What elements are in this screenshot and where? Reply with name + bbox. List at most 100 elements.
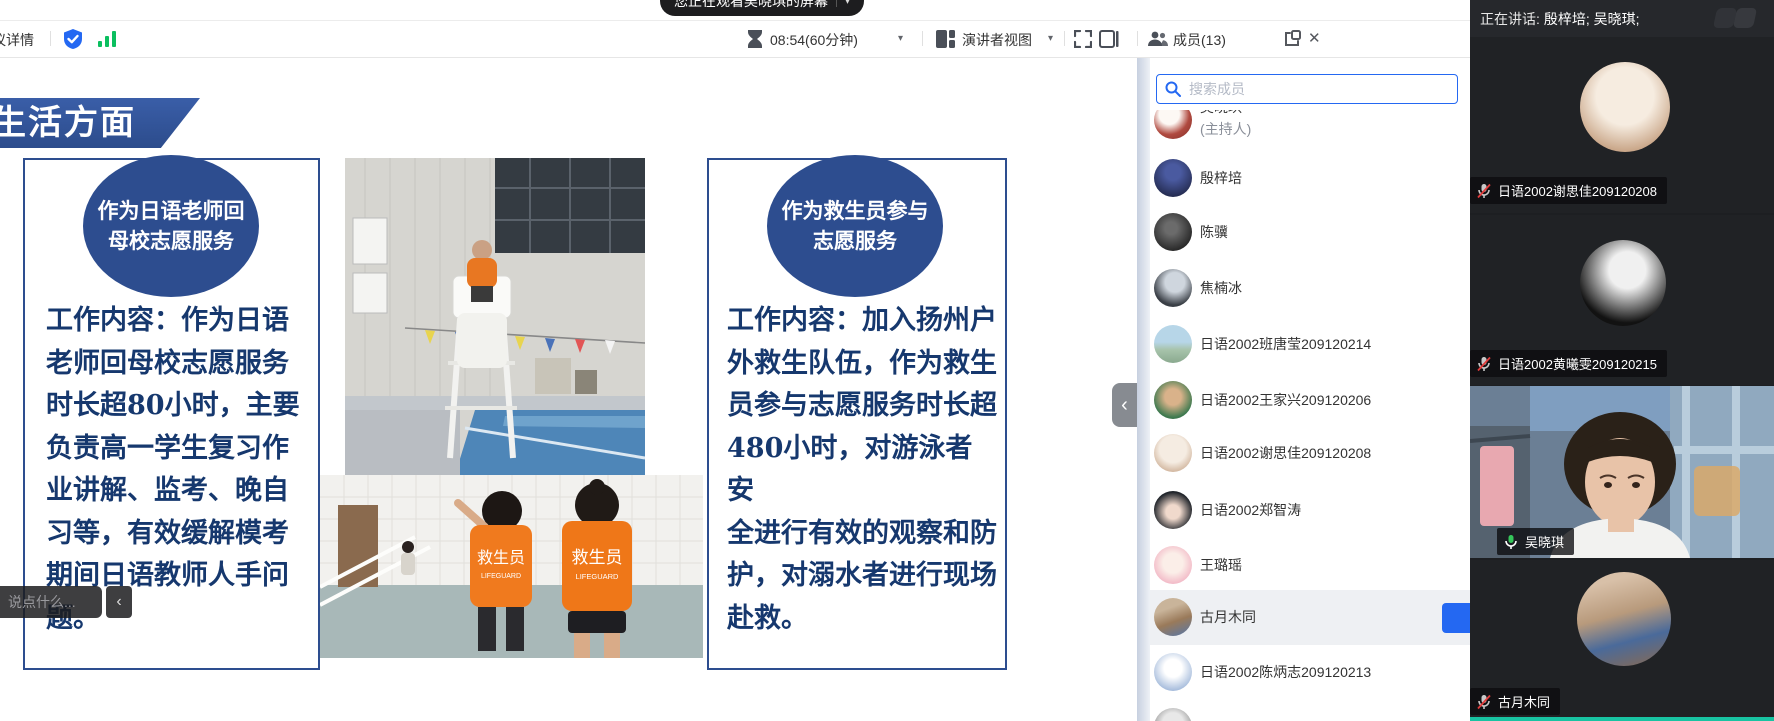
view-mode-button[interactable]: 演讲者视图 [962,30,1032,50]
screen-scrollbar[interactable] [1137,56,1151,721]
search-input[interactable] [1187,80,1449,98]
member-role-host: (主持人) [1200,119,1251,139]
avatar [1154,213,1192,251]
watching-screen-label: 您正在观看吴晓琪的屏幕 [674,0,828,11]
distant-person [401,541,415,575]
slide-left-card-badge: 作为日语老师回 母校志愿服务 [83,155,259,297]
video-sidebar: 正在讲话: 殷梓培; 吴晓琪; 日语2002谢思佳209120208 [1470,0,1774,721]
avatar [1577,572,1671,666]
shirt-subtext: LIFEGUARD [576,572,620,581]
member-row[interactable]: 日语2002王家兴209120206 [1150,373,1470,427]
share-border-line [1470,717,1774,721]
banner-divider [836,0,837,7]
shirt-text: 救生员 [477,549,525,567]
speaking-indicator: 正在讲话: 殷梓培; 吴晓琪; [1470,0,1774,37]
member-row[interactable]: 王璐瑶 [1150,538,1470,592]
shirt-subtext: LIFEGUARD [481,573,521,580]
member-row[interactable]: 焦楠冰 [1150,261,1470,315]
participant-name: 古月木同 [1498,692,1550,711]
slide-title: 生活方面 [0,100,182,148]
view-mode-chevron-icon[interactable]: ▾ [1048,33,1053,44]
member-name: 王璐瑶 [1200,555,1242,575]
shared-screen-area: 生活方面 作为日语老师回 母校志愿服务 工作内容：作为日语 老师回母校志愿服务 … [0,56,1137,721]
chat-input-bubble[interactable]: 说点什么... [0,586,102,618]
member-row[interactable]: 日语2002陈炳志209120213 [1150,645,1470,699]
hourglass-icon [747,30,763,48]
video-tile-nameplate: 日语2002黄曦雯209120215 [1470,350,1667,377]
chat-collapse-button[interactable]: ‹ [106,586,132,618]
meeting-app-window: 您正在观看吴晓琪的屏幕 ▾ 议详情 08:54(60分钟) ▾ 演讲者视图 ▾ [0,0,1774,721]
meeting-logo-watermark [1714,4,1766,34]
member-name: 古月木同 [1200,607,1256,627]
video-tile[interactable]: 日语2002黄曦雯209120215 [1470,215,1774,385]
video-tile-nameplate: 古月木同 [1470,688,1560,715]
search-area [1150,56,1470,110]
member-row[interactable]: 日语2002谢思佳209120208 [1150,426,1470,480]
member-row-partial[interactable] [1150,700,1470,721]
member-row[interactable]: 日语2002班唐莹209120214 [1150,317,1470,371]
member-name: 殷梓培 [1200,168,1242,188]
watching-screen-banner[interactable]: 您正在观看吴晓琪的屏幕 ▾ [660,0,864,16]
avatar [1154,491,1192,529]
members-panel: 吴晓琪 (主持人) 殷梓培 陈骥 焦楠冰 日语2002 [1150,56,1470,721]
speaking-label: 正在讲话: [1480,9,1540,29]
security-shield-icon[interactable] [62,28,84,50]
avatar [1154,381,1192,419]
avatar [1580,62,1670,152]
member-hover-action-button[interactable] [1442,603,1470,633]
search-icon [1165,81,1181,97]
avatar [1154,653,1192,691]
toolbar-divider [1064,31,1065,46]
member-row[interactable]: 陈骥 [1150,205,1470,259]
participant-name: 吴晓琪 [1525,532,1564,551]
video-tile[interactable]: 古月木同 [1470,560,1774,717]
member-row[interactable]: 日语2002郑智涛 [1150,483,1470,537]
member-name: 日语2002陈炳志209120213 [1200,662,1371,682]
member-name: 焦楠冰 [1200,278,1242,298]
mic-active-icon [1503,534,1519,550]
video-tile-nameplate: 日语2002谢思佳209120208 [1470,177,1667,204]
member-name: 陈骥 [1200,222,1228,242]
panel-collapse-handle[interactable]: ‹ [1112,383,1137,427]
timer-chevron-icon[interactable]: ▾ [898,33,903,44]
avatar [1154,598,1192,636]
toolbar-divider [1137,31,1138,46]
avatar [1154,708,1192,721]
mic-muted-icon [1476,356,1492,372]
member-search-box[interactable] [1156,74,1458,104]
speaker-view-icon[interactable] [936,30,955,48]
chat-placeholder: 说点什么... [8,592,76,612]
member-name: 日语2002谢思佳209120208 [1200,443,1371,463]
avatar [1154,159,1192,197]
speaking-names: 殷梓培; 吴晓琪; [1544,9,1640,29]
avatar [1154,546,1192,584]
toolbar-divider [922,31,923,46]
slide-right-card-body: 工作内容：加入扬州户 外救生队伍，作为救生 员参与志愿服务时长超 480小时，对… [727,300,999,640]
avatar [1154,434,1192,472]
member-row[interactable]: 殷梓培 [1150,151,1470,205]
slide-right-card-badge: 作为救生员参与 志愿服务 [767,155,943,297]
pop-out-panel-icon[interactable] [1283,30,1301,48]
close-panel-icon[interactable]: ✕ [1308,29,1321,47]
meeting-timer[interactable]: 08:54(60分钟) [770,30,858,50]
chevron-down-icon[interactable]: ▾ [845,0,850,7]
video-tile[interactable]: 日语2002谢思佳209120208 [1470,37,1774,213]
photo-pool-lifeguard-chair [345,158,645,475]
video-tile-active-camera[interactable]: 吴晓琪 [1470,386,1774,558]
video-tile-nameplate: 吴晓琪 [1497,528,1574,555]
meeting-details-link[interactable]: 议详情 [0,30,34,50]
member-row-highlighted[interactable]: 古月木同 [1150,590,1470,645]
avatar [1154,269,1192,307]
members-icon [1148,31,1168,47]
participant-name: 日语2002谢思佳209120208 [1498,181,1657,200]
fullscreen-icon[interactable] [1074,30,1092,48]
member-name: 日语2002郑智涛 [1200,500,1301,520]
avatar [1154,325,1192,363]
mic-muted-icon [1476,694,1492,710]
shirt-text: 救生员 [572,548,623,567]
members-tab-label[interactable]: 成员(13) [1173,30,1226,50]
avatar [1580,240,1666,326]
toolbar-divider [50,31,51,46]
network-signal-icon[interactable] [98,31,118,47]
side-panel-toggle-icon[interactable] [1099,30,1119,48]
